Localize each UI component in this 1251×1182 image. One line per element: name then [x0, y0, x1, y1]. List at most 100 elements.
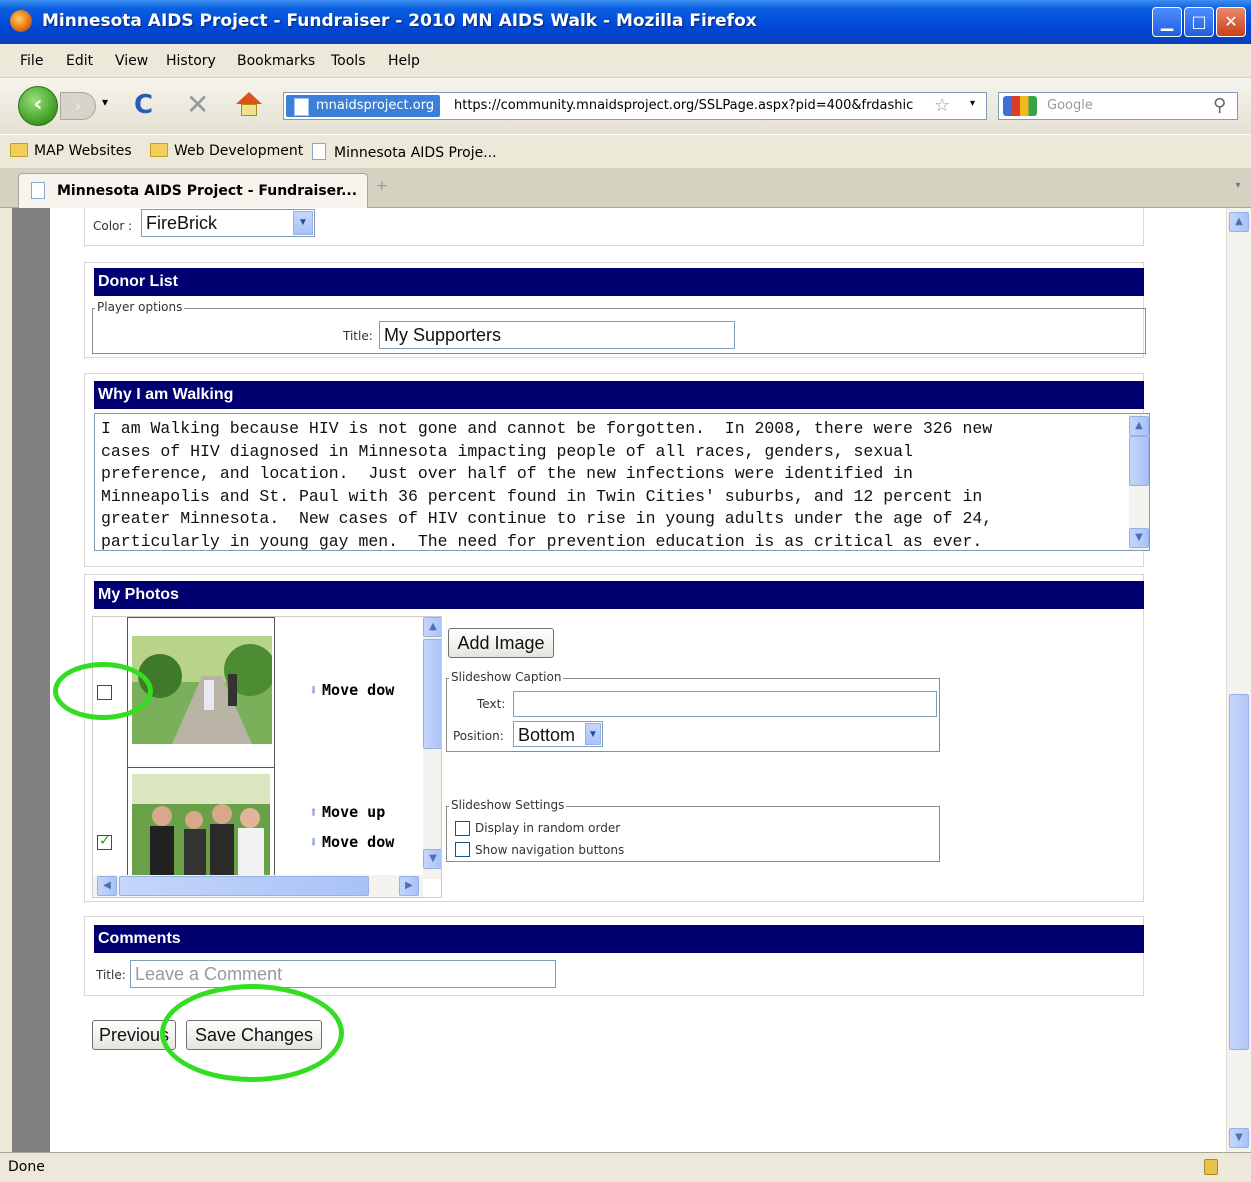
search-icon[interactable]: ⚲: [1213, 95, 1226, 116]
comments-header: Comments: [94, 925, 1144, 953]
navigation-buttons-label: Show navigation buttons: [475, 843, 625, 857]
maximize-button[interactable]: □: [1184, 7, 1214, 37]
menu-edit[interactable]: Edit: [66, 53, 93, 69]
site-identity-button[interactable]: mnaidsproject.org: [286, 95, 441, 117]
url-dropdown-icon[interactable]: ▾: [970, 98, 975, 109]
folder-icon: [150, 143, 168, 157]
photo-list-hscroll[interactable]: ◀ ▶: [93, 875, 423, 897]
scroll-left-icon[interactable]: ◀: [97, 876, 117, 896]
player-options-legend: Player options: [95, 300, 185, 314]
bookmarks-toolbar: MAP Websites Web Development Minnesota A…: [0, 134, 1251, 168]
random-order-checkbox[interactable]: [455, 821, 470, 836]
menu-file[interactable]: File: [20, 53, 43, 69]
color-value: FireBrick: [146, 213, 217, 233]
bookmark-minnesota-aids-project[interactable]: Minnesota AIDS Proje...: [312, 143, 497, 161]
chevron-down-icon[interactable]: ▼: [293, 211, 313, 235]
url-text[interactable]: https://community.mnaidsproject.org/SSLP…: [454, 98, 913, 113]
scroll-down-icon[interactable]: ▼: [423, 849, 441, 869]
lock-icon[interactable]: [1204, 1159, 1218, 1175]
bookmark-map-websites[interactable]: MAP Websites: [10, 143, 132, 159]
navigation-buttons-checkbox[interactable]: [455, 842, 470, 857]
menu-tools[interactable]: Tools: [331, 53, 366, 69]
tab-label: Minnesota AIDS Project - Fundraiser...: [57, 183, 358, 199]
comment-title-input[interactable]: Leave a Comment: [130, 960, 556, 988]
my-photos-header: My Photos: [94, 581, 1144, 609]
caption-text-input[interactable]: [513, 691, 937, 717]
caption-position-select[interactable]: Bottom ▼: [513, 721, 603, 747]
status-bar: Done: [0, 1152, 1251, 1182]
scroll-thumb[interactable]: [1129, 436, 1149, 486]
bookmark-label: Minnesota AIDS Proje...: [334, 145, 497, 161]
forward-button[interactable]: ›: [60, 92, 96, 120]
folder-icon: [10, 143, 28, 157]
menu-help[interactable]: Help: [388, 53, 420, 69]
scroll-up-icon[interactable]: ▲: [1229, 212, 1249, 232]
donor-list-header: Donor List: [94, 268, 1144, 296]
stop-icon[interactable]: ✕: [186, 88, 209, 121]
caption-position-label: Position:: [453, 729, 504, 743]
back-button[interactable]: ‹: [18, 86, 58, 126]
scroll-down-icon[interactable]: ▼: [1129, 528, 1149, 548]
photo-list-vscroll[interactable]: ▲ ▼: [423, 617, 441, 879]
slideshow-settings-fieldset: Slideshow Settings Display in random ord…: [446, 798, 940, 862]
scroll-right-icon[interactable]: ▶: [399, 876, 419, 896]
home-icon[interactable]: [236, 92, 262, 116]
photo-1-move-down[interactable]: ⬇ Move dow: [309, 681, 394, 699]
scroll-up-icon[interactable]: ▲: [1129, 416, 1149, 436]
history-dropdown-icon[interactable]: ▾: [102, 95, 108, 109]
scroll-down-icon[interactable]: ▼: [1229, 1128, 1249, 1148]
player-options-fieldset: Player options Title: My Supporters: [92, 300, 1146, 354]
bookmark-web-development[interactable]: Web Development: [150, 143, 303, 159]
navigation-toolbar: ‹ › ▾ C ✕ mnaidsproject.org https://comm…: [0, 78, 1251, 134]
photo-2-image: [132, 774, 270, 878]
why-walking-textarea[interactable]: I am Walking because HIV is not gone and…: [94, 413, 1150, 551]
tab-fundraiser[interactable]: Minnesota AIDS Project - Fundraiser...: [18, 173, 368, 208]
search-box[interactable]: Google ⚲: [998, 92, 1238, 120]
new-tab-icon[interactable]: +: [376, 178, 388, 194]
highlight-ring-checkbox: [53, 662, 153, 720]
chevron-down-icon[interactable]: ▼: [585, 723, 601, 745]
google-icon[interactable]: [1003, 96, 1037, 116]
content-viewport: Color : FireBrick ▼ Donor List Player op…: [12, 208, 1226, 1152]
photo-2-move-down[interactable]: ⬇ Move dow: [309, 833, 394, 851]
slideshow-caption-fieldset: Slideshow Caption Text: Position: Bottom…: [446, 670, 940, 752]
menu-bar: File Edit View History Bookmarks Tools H…: [0, 44, 1251, 78]
browser-window: Minnesota AIDS Project - Fundraiser - 20…: [0, 0, 1251, 1182]
web-page: Color : FireBrick ▼ Donor List Player op…: [50, 208, 1226, 1152]
page-icon: [31, 182, 45, 199]
why-walking-text: I am Walking because HIV is not gone and…: [101, 419, 993, 551]
color-select[interactable]: FireBrick ▼: [141, 209, 315, 237]
minimize-button[interactable]: ▁: [1152, 7, 1182, 37]
title-bar: Minnesota AIDS Project - Fundraiser - 20…: [0, 0, 1251, 44]
scroll-up-icon[interactable]: ▲: [423, 617, 441, 637]
donor-title-input[interactable]: My Supporters: [379, 321, 735, 349]
highlight-ring-save: [160, 984, 344, 1082]
slideshow-caption-legend: Slideshow Caption: [449, 670, 564, 684]
scroll-thumb[interactable]: [1229, 694, 1249, 1050]
scroll-thumb[interactable]: [423, 639, 441, 749]
address-bar[interactable]: mnaidsproject.org https://community.mnai…: [283, 92, 987, 120]
page-icon: [312, 143, 326, 160]
photo-list: ⬇Move dow ⬆M: [92, 616, 442, 898]
donor-title-label: Title:: [343, 329, 373, 343]
menu-bookmarks[interactable]: Bookmarks: [237, 53, 315, 69]
color-label: Color :: [93, 219, 133, 233]
photo-2-move-up[interactable]: ⬆ Move up: [309, 803, 385, 821]
menu-history[interactable]: History: [166, 53, 216, 69]
close-button[interactable]: ✕: [1216, 7, 1246, 37]
scroll-thumb[interactable]: [119, 876, 369, 896]
why-walking-header: Why I am Walking: [94, 381, 1144, 409]
photo-2-checkbox[interactable]: [97, 833, 112, 850]
bookmark-label: Web Development: [174, 143, 304, 159]
textarea-scrollbar[interactable]: ▲ ▼: [1129, 414, 1149, 550]
random-order-label: Display in random order: [475, 821, 621, 835]
photo-1-image: [132, 636, 272, 744]
add-image-button[interactable]: Add Image: [448, 628, 554, 658]
page-scrollbar[interactable]: ▲ ▼: [1226, 208, 1251, 1152]
search-placeholder: Google: [1047, 98, 1093, 113]
reload-icon[interactable]: C: [134, 90, 153, 120]
menu-view[interactable]: View: [115, 53, 148, 69]
tab-list-icon[interactable]: ▾: [1229, 180, 1247, 200]
position-value: Bottom: [518, 725, 576, 745]
bookmark-star-icon[interactable]: ☆: [934, 95, 950, 116]
